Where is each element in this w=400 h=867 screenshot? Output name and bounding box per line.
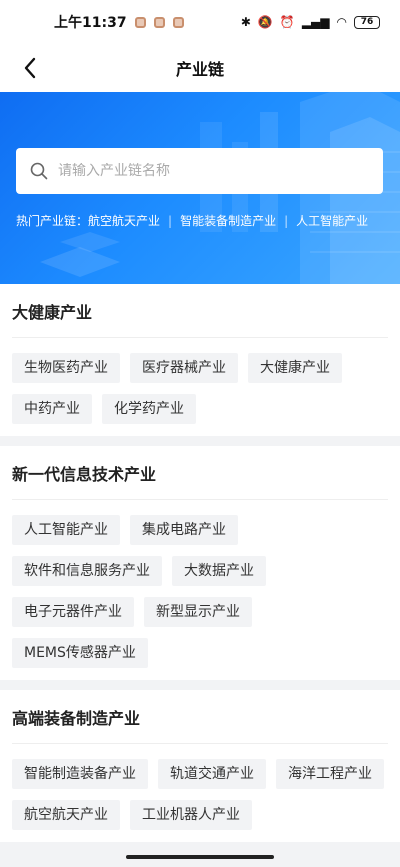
home-indicator[interactable] xyxy=(126,855,274,859)
industry-section: 高端装备制造产业 智能制造装备产业 轨道交通产业 海洋工程产业 航空航天产业 工… xyxy=(0,690,400,842)
notification-icon xyxy=(172,16,184,28)
tag-list: 智能制造装备产业 轨道交通产业 海洋工程产业 航空航天产业 工业机器人产业 xyxy=(12,744,388,830)
divider: | xyxy=(168,213,173,228)
industry-tag[interactable]: 轨道交通产业 xyxy=(158,759,266,789)
notification-icons xyxy=(134,16,184,28)
divider: | xyxy=(284,213,289,228)
hot-chain-link[interactable]: 智能装备制造产业 xyxy=(180,212,276,229)
alarm-icon: ⏰ xyxy=(279,15,295,29)
back-button[interactable] xyxy=(14,52,46,84)
industry-tag[interactable]: 中药产业 xyxy=(12,394,92,424)
mute-icon: 🔕 xyxy=(257,15,273,29)
hot-chain-link[interactable]: 航空航天产业 xyxy=(88,212,160,229)
industry-tag[interactable]: 医疗器械产业 xyxy=(130,353,238,383)
industry-tag[interactable]: 新型显示产业 xyxy=(144,597,252,627)
search-banner: 热门产业链： 航空航天产业 | 智能装备制造产业 | 人工智能产业 xyxy=(0,92,400,284)
industry-list: 大健康产业 生物医药产业 医疗器械产业 大健康产业 中药产业 化学药产业 新一代… xyxy=(0,284,400,852)
industry-tag[interactable]: 工业机器人产业 xyxy=(130,800,252,830)
page-title: 产业链 xyxy=(175,60,224,79)
bluetooth-icon: ✱ xyxy=(240,15,251,29)
signal-icon: ▂▄▆ xyxy=(301,15,330,29)
battery-icon: 76 xyxy=(354,15,380,29)
wifi-icon: ◠ xyxy=(336,15,347,29)
notification-icon xyxy=(134,16,146,28)
hot-label: 热门产业链： xyxy=(16,214,89,228)
system-icons: ✱ 🔕 ⏰ ▂▄▆ ◠ 76 xyxy=(241,15,380,29)
industry-section: 新一代信息技术产业 人工智能产业 集成电路产业 软件和信息服务产业 大数据产业 … xyxy=(0,446,400,680)
section-title: 新一代信息技术产业 xyxy=(12,446,388,500)
status-time: 上午11:37 xyxy=(54,15,127,31)
section-title: 高端装备制造产业 xyxy=(12,690,388,744)
chevron-left-icon xyxy=(24,57,36,79)
industry-tag[interactable]: 电子元器件产业 xyxy=(12,597,134,627)
industry-tag[interactable]: 海洋工程产业 xyxy=(276,759,384,789)
industry-tag[interactable]: 人工智能产业 xyxy=(12,515,120,545)
status-bar: 上午11:37 ✱ 🔕 ⏰ ▂▄▆ ◠ 76 xyxy=(0,0,400,44)
nav-bar: 产业链 xyxy=(0,44,400,92)
industry-tag[interactable]: 集成电路产业 xyxy=(130,515,238,545)
search-input[interactable] xyxy=(58,163,369,179)
industry-section: 大健康产业 生物医药产业 医疗器械产业 大健康产业 中药产业 化学药产业 xyxy=(0,284,400,436)
industry-tag[interactable]: 航空航天产业 xyxy=(12,800,120,830)
industry-tag[interactable]: 大数据产业 xyxy=(172,556,266,586)
industry-tag[interactable]: 软件和信息服务产业 xyxy=(12,556,162,586)
tag-list: 人工智能产业 集成电路产业 软件和信息服务产业 大数据产业 电子元器件产业 新型… xyxy=(12,500,388,668)
industry-tag[interactable]: 大健康产业 xyxy=(248,353,342,383)
search-icon xyxy=(30,162,48,180)
search-box[interactable] xyxy=(16,148,383,194)
industry-tag[interactable]: 生物医药产业 xyxy=(12,353,120,383)
section-title: 大健康产业 xyxy=(12,284,388,338)
notification-icon xyxy=(153,16,165,28)
industry-tag[interactable]: 化学药产业 xyxy=(102,394,196,424)
tag-list: 生物医药产业 医疗器械产业 大健康产业 中药产业 化学药产业 xyxy=(12,338,388,424)
industry-tag[interactable]: MEMS传感器产业 xyxy=(12,638,148,668)
industry-tag[interactable]: 智能制造装备产业 xyxy=(12,759,148,789)
hot-chain-link[interactable]: 人工智能产业 xyxy=(296,212,368,229)
hot-chains: 热门产业链： 航空航天产业 | 智能装备制造产业 | 人工智能产业 xyxy=(16,212,388,229)
